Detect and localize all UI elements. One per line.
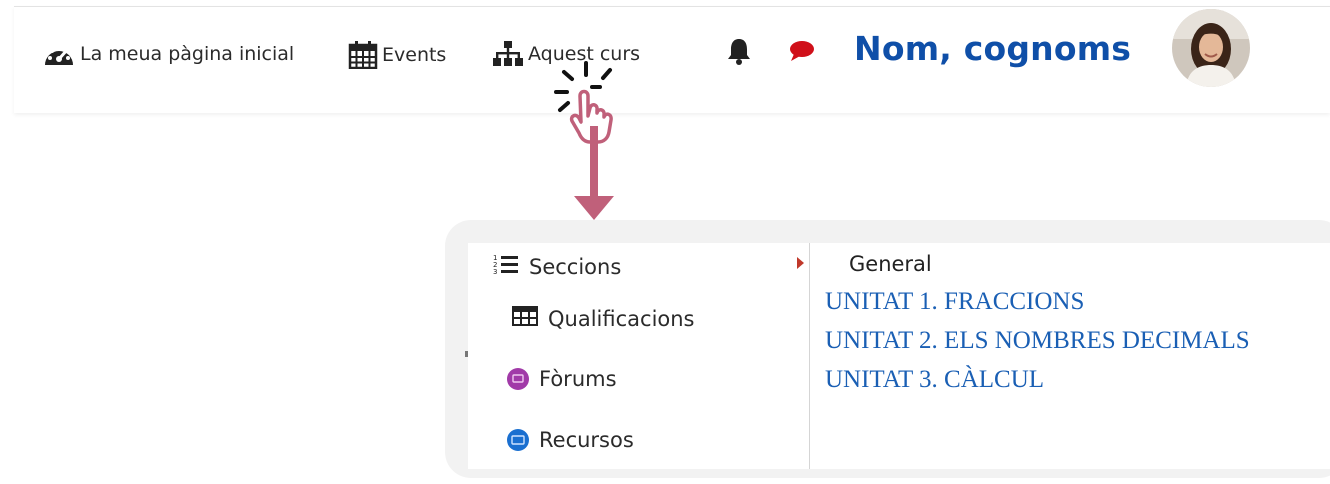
user-name-link[interactable]: Nom, cognoms (854, 29, 1131, 68)
svg-text:3: 3 (493, 268, 497, 276)
top-navbar: La meua pàgina inicial Events Aquest cur… (14, 6, 1330, 113)
sitemap-icon (492, 41, 524, 67)
submenu-unit-1[interactable]: UNITAT 1. FRACCIONS (825, 288, 1084, 316)
menu-item-forums[interactable]: Fòrums (507, 367, 617, 391)
menu-item-label: Fòrums (539, 367, 617, 391)
menu-item-label: Qualificacions (548, 306, 695, 331)
submenu-caret-icon (797, 257, 804, 269)
panel-edge-mark (465, 351, 468, 357)
chat-icon[interactable] (788, 39, 816, 68)
bell-icon[interactable] (726, 37, 752, 70)
list-icon: 1 2 3 (493, 252, 519, 281)
menu-item-grades[interactable]: Qualificacions (512, 306, 695, 331)
nav-home-link[interactable]: La meua pàgina inicial (42, 41, 294, 67)
menu-item-label: Recursos (539, 428, 634, 452)
dashboard-icon (42, 41, 76, 67)
resources-icon (507, 429, 529, 451)
submenu-unit-2[interactable]: UNITAT 2. ELS NOMBRES DECIMALS (825, 327, 1250, 355)
submenu-general[interactable]: General (849, 252, 932, 276)
menu-item-sections[interactable]: 1 2 3 Seccions (493, 252, 621, 281)
down-arrow-icon (570, 126, 618, 227)
nav-events-label: Events (382, 44, 447, 66)
nav-home-label: La meua pàgina inicial (80, 43, 295, 65)
avatar[interactable] (1172, 9, 1250, 87)
menu-item-label: Seccions (529, 254, 622, 279)
menu-divider (809, 243, 810, 469)
forum-icon (507, 368, 529, 390)
submenu-unit-3[interactable]: UNITAT 3. CÀLCUL (825, 366, 1044, 394)
table-icon (512, 306, 538, 331)
nav-events-link[interactable]: Events (348, 41, 446, 69)
calendar-icon (348, 41, 378, 69)
menu-item-resources[interactable]: Recursos (507, 428, 634, 452)
